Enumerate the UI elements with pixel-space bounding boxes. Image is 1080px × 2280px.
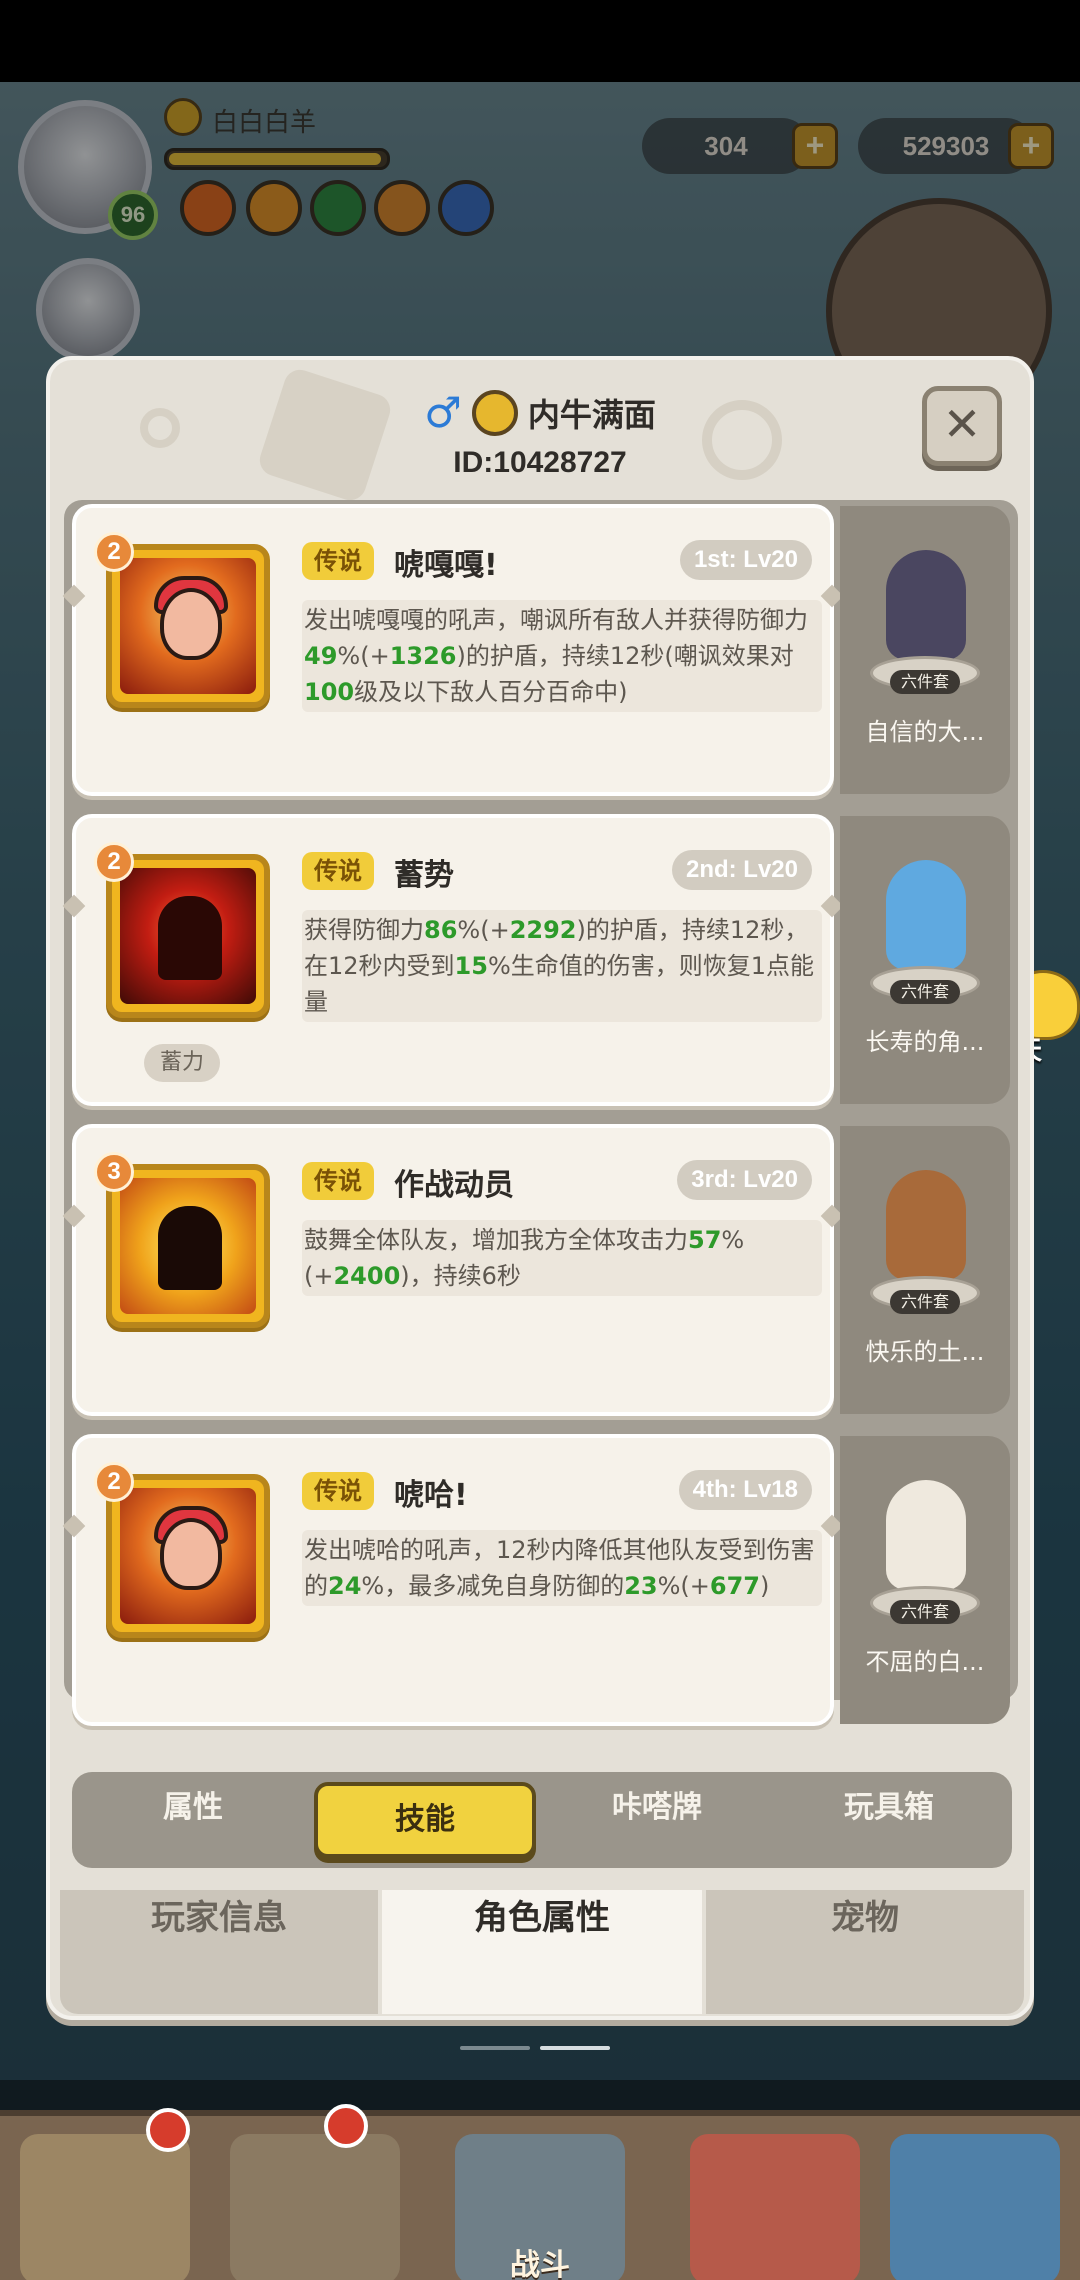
skill-description: 鼓舞全体队友，增加我方全体攻击力57%(+2400)，持续6秒 [302, 1220, 822, 1296]
skill-card[interactable]: 3 传说 作战动员 3rd: Lv20 鼓舞全体队友，增加我方全体攻击力57%(… [62, 1124, 844, 1416]
nav-hero-1-button[interactable] [20, 2134, 190, 2280]
tab-player-info[interactable]: 玩家信息 [60, 1890, 378, 2014]
skill-icon[interactable] [106, 1164, 270, 1328]
nav-hero-2-button[interactable] [230, 2134, 400, 2280]
rarity-badge: 传说 [302, 1472, 374, 1510]
tab-pets[interactable]: 宠物 [706, 1890, 1024, 2014]
player-title-badge-icon [471, 389, 518, 436]
skill-icon[interactable] [106, 854, 270, 1018]
game-screen: 96 白白白羊 304 + 529303 + 战斗 聊天 ♂ [0, 0, 1080, 2280]
status-bar [0, 0, 1080, 82]
dialog-title: ♂ 内牛满面 [50, 388, 1030, 442]
male-gender-icon: ♂ [424, 388, 462, 437]
skill-card[interactable]: 2 传说 唬嘎嘎! 1st: Lv20 发出唬嘎嘎的吼声，嘲讽所有敌人并获得防御… [62, 504, 844, 796]
skill-level: 3rd: Lv20 [677, 1160, 812, 1200]
skill-description: 发出唬嘎嘎的吼声，嘲讽所有敌人并获得防御力49%(+1326)的护盾，持续12秒… [302, 600, 822, 712]
bottom-tab-bar: 玩家信息 角色属性 宠物 [60, 1890, 1024, 2014]
skill-tag: 蓄力 [144, 1044, 221, 1082]
pet-slot[interactable]: 六件套 自信的大... [840, 506, 1010, 794]
page-indicator [460, 2046, 610, 2050]
player-id: ID:10428727 [453, 446, 627, 479]
skill-level: 2nd: Lv20 [671, 850, 812, 890]
sub-tab-bar: 属性 技能 咔嗒牌 玩具箱 [72, 1772, 1012, 1868]
rarity-badge: 传说 [302, 542, 374, 580]
nav-pet-button[interactable] [690, 2134, 860, 2280]
player-name: 内牛满面 [527, 395, 656, 434]
skill-description: 获得防御力86%(+2292)的护盾，持续12秒，在12秒内受到15%生命值的伤… [302, 910, 822, 1022]
skill-name: 作战动员 [394, 1168, 514, 1203]
skill-star-rank: 2 [94, 532, 134, 572]
skill-card[interactable]: 2 传说 唬哈! 4th: Lv18 发出唬哈的吼声，12秒内降低其他队友受到伤… [62, 1434, 844, 1726]
skill-description: 发出唬哈的吼声，12秒内降低其他队友受到伤害的24%，最多减免自身防御的23%(… [302, 1530, 822, 1606]
pet-goat-icon [886, 550, 966, 660]
subtab-attributes[interactable]: 属性 [82, 1782, 304, 1858]
rarity-badge: 传说 [302, 852, 374, 890]
close-button[interactable]: ✕ [922, 386, 1002, 466]
skill-name: 蓄势 [394, 858, 454, 893]
pet-slot[interactable]: 六件套 不屈的白... [840, 1436, 1010, 1724]
pet-slot[interactable]: 六件套 长寿的角... [840, 816, 1010, 1104]
subtab-skills[interactable]: 技能 [314, 1782, 536, 1858]
skill-star-rank: 2 [94, 842, 134, 882]
skill-icon[interactable] [106, 544, 270, 708]
tab-character-attributes[interactable]: 角色属性 [382, 1890, 702, 2014]
pet-set-badge: 六件套 [890, 1600, 960, 1624]
nav-battle-label: 战斗 [510, 2248, 570, 2280]
nav-alert-icon-2 [324, 2104, 368, 2148]
rarity-badge: 传说 [302, 1162, 374, 1200]
skill-star-rank: 3 [94, 1152, 134, 1192]
player-info-dialog: ♂ 内牛满面 ID:10428727 ✕ 2 传说 唬嘎嘎! 1st: Lv20… [46, 356, 1034, 2020]
nav-portal-button[interactable] [890, 2134, 1060, 2280]
skill-star-rank: 2 [94, 1462, 134, 1502]
skills-panel: 2 传说 唬嘎嘎! 1st: Lv20 发出唬嘎嘎的吼声，嘲讽所有敌人并获得防御… [62, 500, 1018, 1726]
pet-white-goat-icon [886, 1480, 966, 1590]
pet-squirrel-icon [886, 1170, 966, 1280]
pet-slot[interactable]: 六件套 快乐的土... [840, 1126, 1010, 1414]
pet-name: 长寿的角... [865, 1028, 985, 1056]
skill-name: 唬哈! [394, 1478, 468, 1513]
subtab-cards[interactable]: 咔嗒牌 [546, 1782, 768, 1858]
nav-alert-icon-1 [146, 2108, 190, 2152]
pet-set-badge: 六件套 [890, 670, 960, 694]
pet-name: 快乐的土... [865, 1338, 985, 1366]
skill-level: 4th: Lv18 [678, 1470, 812, 1510]
skill-level: 1st: Lv20 [679, 540, 812, 580]
skill-card[interactable]: 2 传说 蓄势 2nd: Lv20 获得防御力86%(+2292)的护盾，持续1… [62, 814, 844, 1106]
pet-whale-icon [886, 860, 966, 970]
pet-set-badge: 六件套 [890, 980, 960, 1004]
subtab-toybox[interactable]: 玩具箱 [778, 1782, 1000, 1858]
skill-icon[interactable] [106, 1474, 270, 1638]
pet-name: 自信的大... [865, 718, 985, 746]
pet-name: 不屈的白... [865, 1648, 985, 1676]
pet-set-badge: 六件套 [890, 1290, 960, 1314]
skill-name: 唬嘎嘎! [394, 548, 498, 583]
